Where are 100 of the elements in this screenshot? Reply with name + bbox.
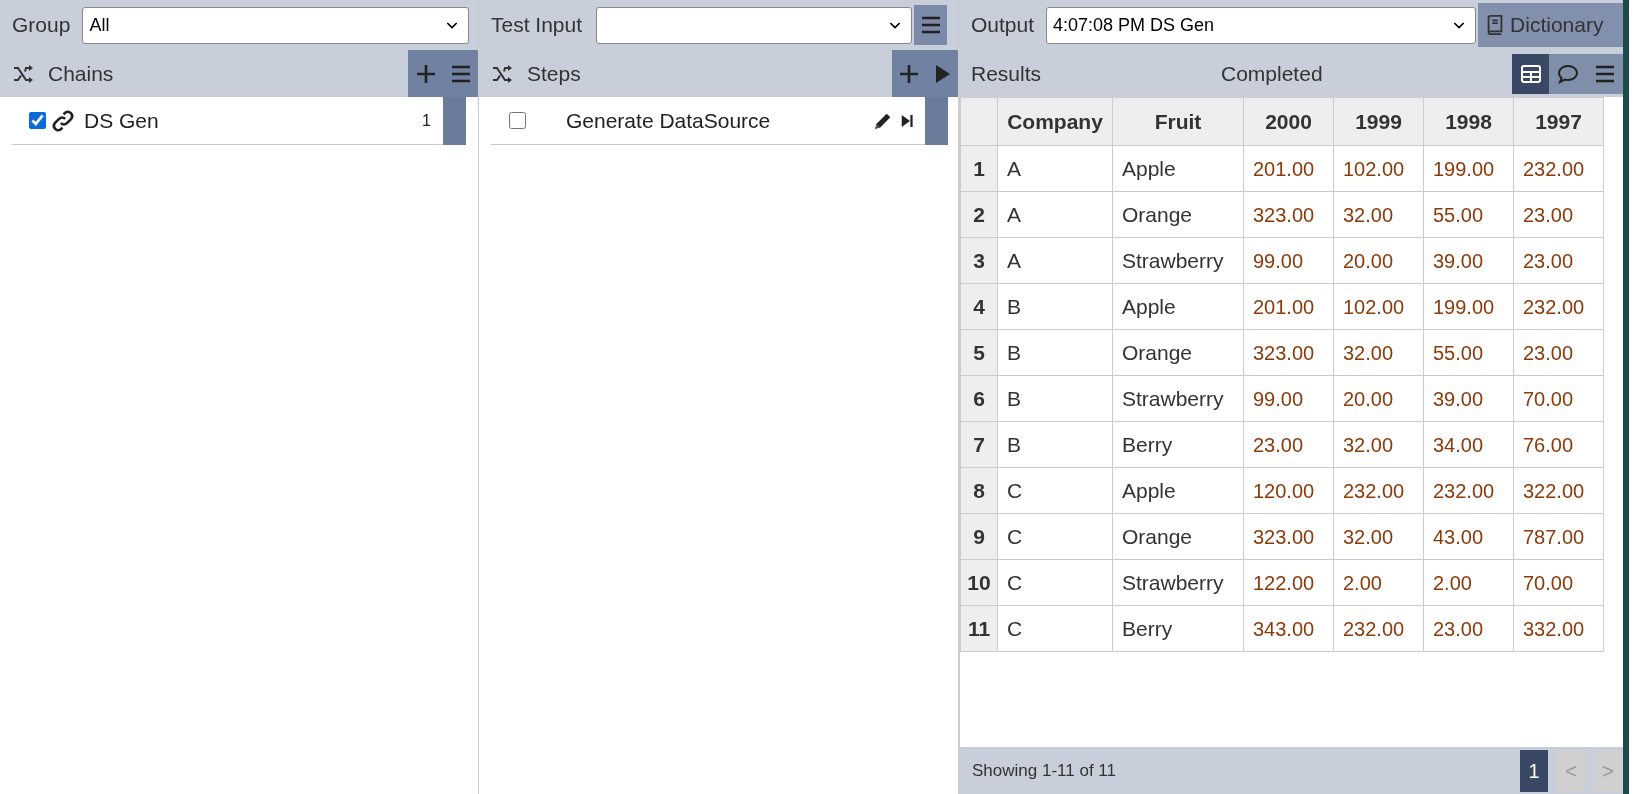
table-cell: 232.00 <box>1333 467 1424 514</box>
table-cell: Apple <box>1112 145 1244 192</box>
table-cell: 201.00 <box>1243 283 1334 330</box>
table-cell: 322.00 <box>1513 467 1604 514</box>
table-cell: 99.00 <box>1243 375 1334 422</box>
row-number: 4 <box>960 283 998 330</box>
column-header[interactable]: 1997 <box>1513 97 1604 146</box>
panel-title: Steps <box>527 60 582 87</box>
pagination-summary: Showing 1-11 of 11 <box>972 759 1117 782</box>
table-cell: 2.00 <box>1333 559 1424 606</box>
column-header[interactable]: 2000 <box>1243 97 1334 146</box>
column-header[interactable]: Company <box>997 97 1113 146</box>
drag-handle[interactable] <box>925 96 948 145</box>
checkbox[interactable] <box>29 112 46 129</box>
row-number: 6 <box>960 375 998 422</box>
drag-handle[interactable] <box>443 96 466 145</box>
row-number: 7 <box>960 421 998 468</box>
menu-button[interactable] <box>914 5 948 45</box>
table-cell: Orange <box>1112 513 1244 560</box>
row-number: 9 <box>960 513 998 560</box>
row-number: 10 <box>960 559 998 606</box>
checkbox[interactable] <box>509 112 526 129</box>
menu-button[interactable] <box>1586 53 1623 94</box>
table-cell: 55.00 <box>1423 329 1514 376</box>
table-cell: 23.00 <box>1513 191 1604 238</box>
table-cell: 120.00 <box>1243 467 1334 514</box>
table-cell: A <box>997 145 1113 192</box>
table-cell: 102.00 <box>1333 283 1424 330</box>
table-cell: C <box>997 559 1113 606</box>
table-cell: 199.00 <box>1423 283 1514 330</box>
step-name: Generate DataSource <box>566 107 772 134</box>
chain-name: DS Gen <box>84 107 160 134</box>
test-input-label: Test Input <box>491 12 583 39</box>
table-cell: Apple <box>1112 283 1244 330</box>
table-cell: 43.00 <box>1423 513 1514 560</box>
table-view-button[interactable] <box>1512 53 1549 94</box>
dictionary-button[interactable]: Dictionary <box>1478 3 1623 47</box>
table-cell: 39.00 <box>1423 375 1514 422</box>
table-cell: 232.00 <box>1423 467 1514 514</box>
table-cell: Berry <box>1112 605 1244 652</box>
table-cell: A <box>997 191 1113 238</box>
group-dropdown[interactable]: All <box>82 6 470 44</box>
table-cell: 332.00 <box>1513 605 1604 652</box>
page-button[interactable]: 1 <box>1520 749 1548 792</box>
table-cell: 20.00 <box>1333 375 1424 422</box>
link-icon <box>50 107 76 134</box>
table-cell: 787.00 <box>1513 513 1604 560</box>
table-cell: 23.00 <box>1513 329 1604 376</box>
table-cell: B <box>997 329 1113 376</box>
step-item[interactable]: Generate DataSource <box>491 97 948 145</box>
status-text: Completed <box>1221 60 1324 87</box>
table-cell: 23.00 <box>1243 421 1334 468</box>
table-cell: 34.00 <box>1423 421 1514 468</box>
table-cell: 232.00 <box>1513 283 1604 330</box>
table-cell: 32.00 <box>1333 191 1424 238</box>
row-number: 2 <box>960 191 998 238</box>
table-cell: C <box>997 467 1113 514</box>
column-header[interactable]: Fruit <box>1112 97 1244 146</box>
table-cell: 343.00 <box>1243 605 1334 652</box>
table-cell: 32.00 <box>1333 329 1424 376</box>
table-cell: Strawberry <box>1112 375 1244 422</box>
table-cell: 323.00 <box>1243 329 1334 376</box>
table-cell: 70.00 <box>1513 559 1604 606</box>
table-cell: 201.00 <box>1243 145 1334 192</box>
table-cell: 232.00 <box>1333 605 1424 652</box>
output-dropdown[interactable]: 4:07:08 PM DS Gen <box>1046 6 1477 44</box>
table-cell: Strawberry <box>1112 237 1244 284</box>
table-cell: B <box>997 375 1113 422</box>
table-cell: B <box>997 283 1113 330</box>
table-cell: Strawberry <box>1112 559 1244 606</box>
chain-item[interactable]: DS Gen 1 <box>12 97 466 145</box>
test-input-dropdown[interactable] <box>596 6 913 44</box>
count: 1 <box>422 110 431 131</box>
table-cell: 39.00 <box>1423 237 1514 284</box>
column-header[interactable]: 1999 <box>1333 97 1424 146</box>
table-cell: 32.00 <box>1333 513 1424 560</box>
table-cell: 122.00 <box>1243 559 1334 606</box>
table-cell: 102.00 <box>1333 145 1424 192</box>
table-cell: 70.00 <box>1513 375 1604 422</box>
comments-button[interactable] <box>1549 53 1586 94</box>
panel-title: Chains <box>48 60 115 87</box>
row-number: 8 <box>960 467 998 514</box>
table-cell: 23.00 <box>1423 605 1514 652</box>
row-number: 1 <box>960 145 998 192</box>
output-label: Output <box>971 12 1035 39</box>
table-cell: 199.00 <box>1423 145 1514 192</box>
table-cell: 232.00 <box>1513 145 1604 192</box>
column-header[interactable]: 1998 <box>1423 97 1514 146</box>
table-cell: Apple <box>1112 467 1244 514</box>
table-cell: C <box>997 513 1113 560</box>
table-cell: 2.00 <box>1423 559 1514 606</box>
table-cell: Berry <box>1112 421 1244 468</box>
group-label: Group <box>12 12 71 39</box>
row-number: 5 <box>960 329 998 376</box>
table-cell: 20.00 <box>1333 237 1424 284</box>
table-cell: 55.00 <box>1423 191 1514 238</box>
table-cell: 76.00 <box>1513 421 1604 468</box>
panel-title: Results <box>971 60 1043 87</box>
row-number: 3 <box>960 237 998 284</box>
table-cell: C <box>997 605 1113 652</box>
